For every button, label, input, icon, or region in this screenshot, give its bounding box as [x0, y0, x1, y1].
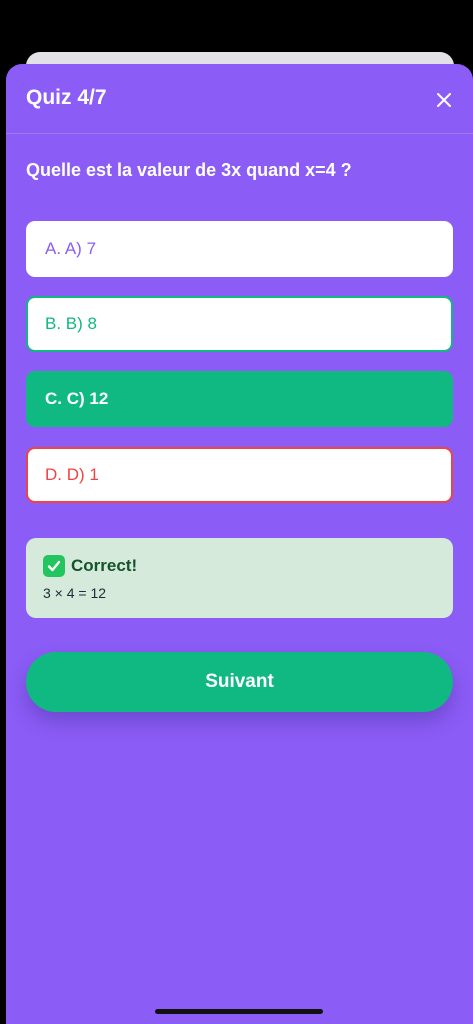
close-button[interactable] [430, 86, 458, 114]
quiz-sheet: Quiz 4/7 Quelle est la valeur de 3x quan… [6, 64, 473, 1024]
option-d[interactable]: D. D) 1 [26, 447, 453, 503]
feedback-title: Correct! [71, 556, 138, 575]
question-text: Quelle est la valeur de 3x quand x=4 ? [26, 160, 352, 180]
sheet-header: Quiz 4/7 [6, 64, 473, 134]
close-icon [437, 93, 451, 107]
next-button[interactable]: Suivant [26, 652, 453, 712]
screen: Quiz 4/7 Quelle est la valeur de 3x quan… [0, 0, 473, 1024]
check-mark-icon [43, 555, 65, 577]
feedback-explanation: 3 × 4 = 12 [43, 585, 107, 601]
option-a-label: A. A) 7 [45, 239, 97, 258]
option-c[interactable]: C. C) 12 [26, 371, 453, 427]
next-button-label: Suivant [205, 671, 274, 692]
option-b[interactable]: B. B) 8 [26, 296, 453, 352]
option-b-label: B. B) 8 [45, 314, 97, 333]
option-a[interactable]: A. A) 7 [26, 221, 453, 277]
home-indicator [155, 1009, 323, 1014]
feedback-box: Correct! 3 × 4 = 12 [26, 538, 453, 618]
option-d-label: D. D) 1 [45, 465, 99, 484]
option-c-label: C. C) 12 [45, 389, 109, 408]
quiz-title: Quiz 4/7 [26, 86, 107, 109]
feedback-header: Correct! [43, 555, 436, 577]
